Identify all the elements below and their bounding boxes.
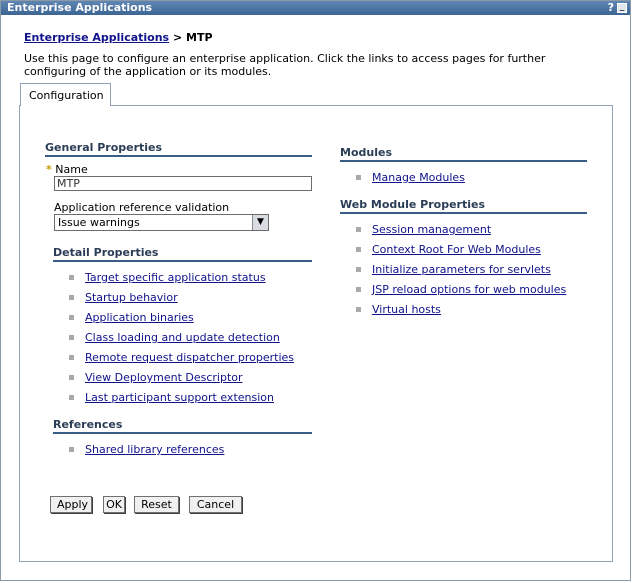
name-input[interactable] — [54, 176, 312, 191]
list-item: Class loading and update detection — [69, 331, 294, 351]
list-item: Virtual hosts — [356, 303, 566, 323]
web-module-properties-list: Session management Context Root For Web … — [356, 223, 566, 323]
link-virtual-hosts[interactable]: Virtual hosts — [372, 303, 441, 316]
general-properties-heading: General Properties — [45, 141, 312, 157]
list-item: Initialize parameters for servlets — [356, 263, 566, 283]
link-view-deployment-descriptor[interactable]: View Deployment Descriptor — [85, 371, 243, 384]
apply-button[interactable]: Apply — [50, 496, 92, 513]
link-manage-modules[interactable]: Manage Modules — [372, 171, 465, 184]
window-title: Enterprise Applications — [7, 1, 153, 14]
list-item: View Deployment Descriptor — [69, 371, 294, 391]
link-target-specific-status[interactable]: Target specific application status — [85, 271, 266, 284]
web-module-properties-heading: Web Module Properties — [340, 198, 587, 214]
link-startup-behavior[interactable]: Startup behavior — [85, 291, 178, 304]
breadcrumb: Enterprise Applications > MTP — [24, 31, 213, 44]
link-class-loading[interactable]: Class loading and update detection — [85, 331, 280, 344]
breadcrumb-separator: > — [172, 31, 183, 44]
list-item: Application binaries — [69, 311, 294, 331]
link-shared-library-references[interactable]: Shared library references — [85, 443, 224, 456]
validation-selected-value: Issue warnings — [58, 216, 140, 229]
link-context-root[interactable]: Context Root For Web Modules — [372, 243, 541, 256]
chevron-down-icon[interactable]: ▼ — [252, 215, 268, 230]
references-list: Shared library references — [69, 443, 224, 463]
link-session-management[interactable]: Session management — [372, 223, 491, 236]
list-item: Last participant support extension — [69, 391, 294, 411]
list-item: Session management — [356, 223, 566, 243]
help-icon[interactable]: ? — [608, 1, 614, 15]
page-description: Use this page to configure an enterprise… — [24, 52, 546, 78]
name-label-text: Name — [55, 163, 88, 176]
reset-button[interactable]: Reset — [134, 496, 179, 513]
modules-heading: Modules — [340, 146, 587, 162]
ok-button[interactable]: OK — [103, 496, 125, 513]
link-initialize-parameters[interactable]: Initialize parameters for servlets — [372, 263, 551, 276]
required-icon: * — [46, 163, 52, 176]
minimize-icon[interactable]: _ — [617, 3, 627, 13]
breadcrumb-link-enterprise-applications[interactable]: Enterprise Applications — [24, 31, 169, 44]
list-item: Context Root For Web Modules — [356, 243, 566, 263]
list-item: Remote request dispatcher properties — [69, 351, 294, 371]
detail-properties-list: Target specific application status Start… — [69, 271, 294, 411]
detail-properties-heading: Detail Properties — [53, 246, 312, 262]
name-label: * Name — [46, 163, 88, 176]
link-application-binaries[interactable]: Application binaries — [85, 311, 194, 324]
list-item: Manage Modules — [356, 171, 465, 191]
window-titlebar: Enterprise Applications ? _ — [1, 1, 630, 15]
list-item: Startup behavior — [69, 291, 294, 311]
cancel-button[interactable]: Cancel — [189, 496, 242, 513]
list-item: Shared library references — [69, 443, 224, 463]
link-last-participant-support[interactable]: Last participant support extension — [85, 391, 274, 404]
breadcrumb-current: MTP — [186, 31, 213, 44]
list-item: Target specific application status — [69, 271, 294, 291]
modules-list: Manage Modules — [356, 171, 465, 191]
validation-label: Application reference validation — [54, 201, 230, 214]
link-jsp-reload-options[interactable]: JSP reload options for web modules — [372, 283, 566, 296]
list-item: JSP reload options for web modules — [356, 283, 566, 303]
validation-select[interactable]: Issue warnings ▼ — [54, 214, 269, 231]
tab-configuration[interactable]: Configuration — [20, 83, 111, 106]
link-remote-request-dispatcher[interactable]: Remote request dispatcher properties — [85, 351, 294, 364]
references-heading: References — [53, 418, 312, 434]
